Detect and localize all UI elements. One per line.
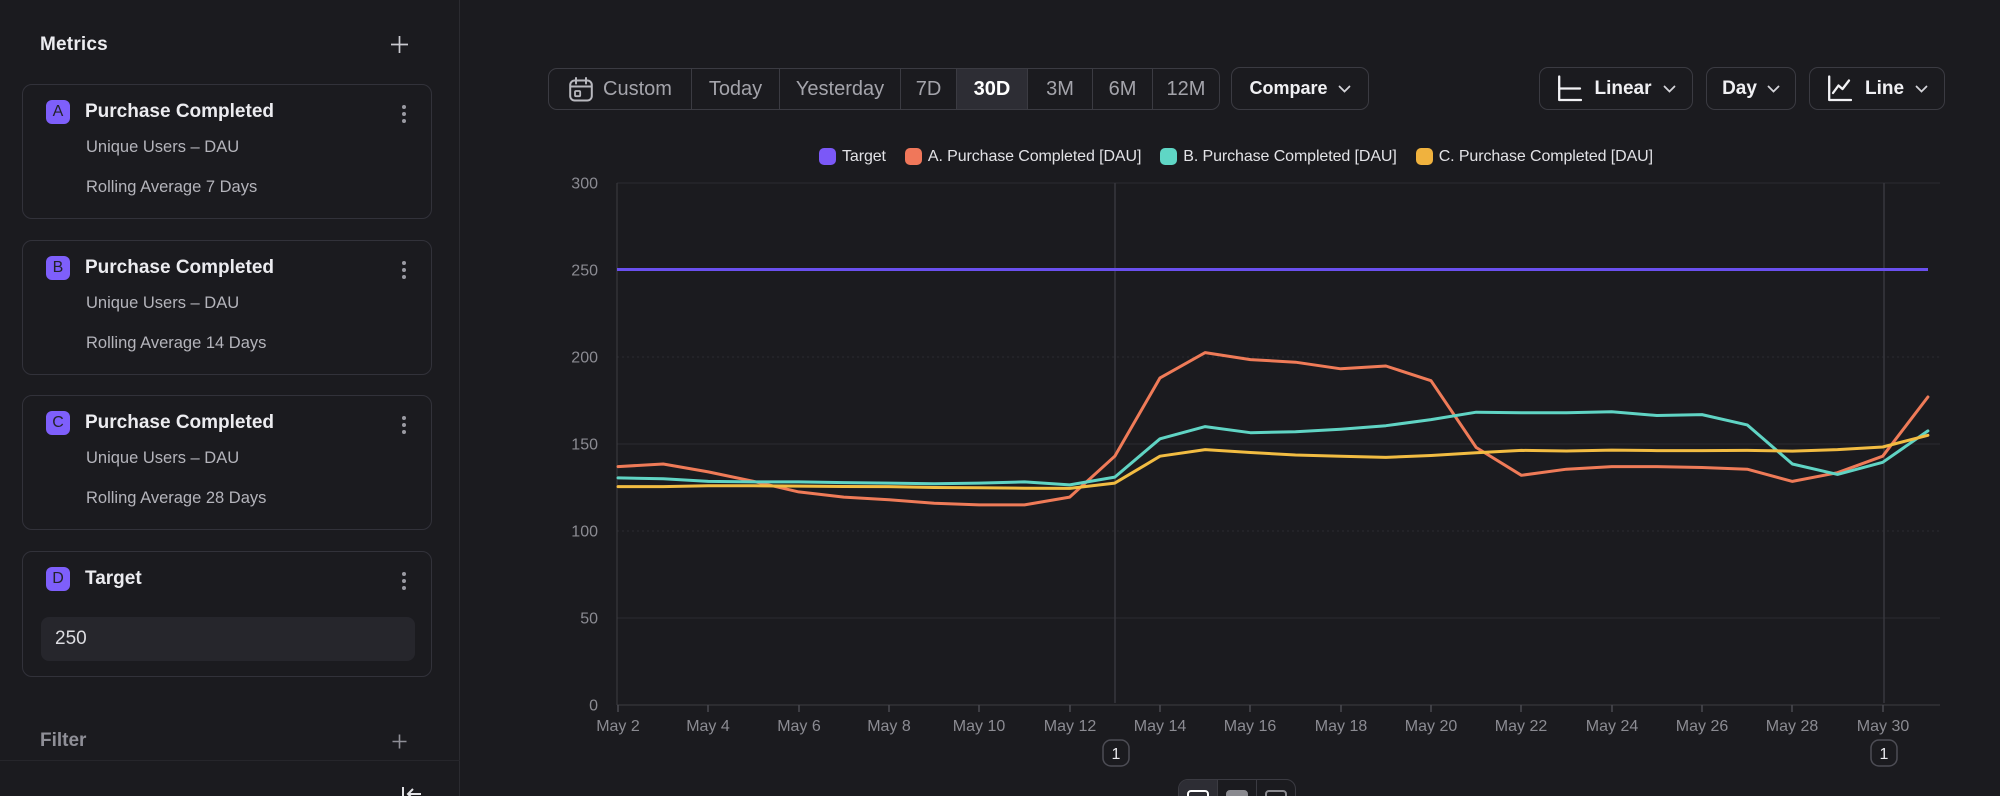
- svg-text:200: 200: [571, 350, 598, 367]
- svg-text:May 12: May 12: [1044, 718, 1097, 735]
- svg-text:May 30: May 30: [1857, 718, 1910, 735]
- svg-text:1: 1: [1112, 746, 1121, 763]
- svg-text:May 4: May 4: [686, 718, 730, 735]
- svg-text:May 10: May 10: [953, 718, 1006, 735]
- svg-text:May 28: May 28: [1766, 718, 1819, 735]
- svg-text:May 8: May 8: [867, 718, 911, 735]
- svg-text:May 18: May 18: [1315, 718, 1368, 735]
- svg-text:300: 300: [571, 176, 598, 193]
- svg-text:May 2: May 2: [596, 718, 640, 735]
- svg-text:50: 50: [580, 611, 598, 628]
- svg-text:May 14: May 14: [1134, 718, 1187, 735]
- svg-text:0: 0: [589, 698, 598, 715]
- svg-text:May 24: May 24: [1586, 718, 1639, 735]
- svg-text:May 22: May 22: [1495, 718, 1548, 735]
- svg-text:May 26: May 26: [1676, 718, 1729, 735]
- svg-text:May 16: May 16: [1224, 718, 1277, 735]
- svg-text:May 6: May 6: [777, 718, 821, 735]
- svg-text:May 20: May 20: [1405, 718, 1458, 735]
- svg-text:1: 1: [1880, 746, 1889, 763]
- svg-text:150: 150: [571, 437, 598, 454]
- svg-text:100: 100: [571, 524, 598, 541]
- svg-text:250: 250: [571, 263, 598, 280]
